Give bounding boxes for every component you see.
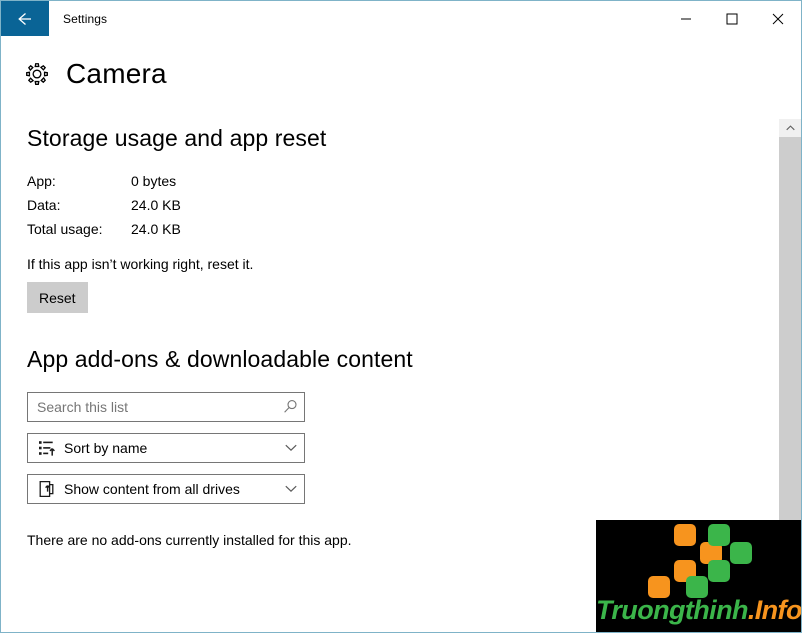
- watermark-block: [730, 542, 752, 564]
- chevron-glyph: [285, 444, 297, 451]
- storage-row-label: App:: [27, 173, 56, 190]
- drives-dropdown-label: Show content from all drives: [64, 480, 240, 497]
- page-title: Camera: [66, 57, 167, 89]
- sort-dropdown-label: Sort by name: [64, 439, 148, 456]
- drives-dropdown[interactable]: Show content from all drives: [27, 473, 305, 504]
- watermark-block: [708, 560, 730, 582]
- storage-section-heading: Storage usage and app reset: [27, 125, 327, 151]
- magnifier-glyph: [283, 400, 297, 413]
- reset-button[interactable]: Reset: [27, 282, 88, 314]
- page-header: Camera: [1, 36, 779, 111]
- search-icon[interactable]: [276, 393, 304, 421]
- maximize-button[interactable]: [709, 1, 755, 36]
- minimize-icon: [681, 18, 691, 19]
- maximize-icon: [726, 13, 738, 24]
- storage-usage-table: App: 0 bytes Data: 24.0 KB Total usage: …: [27, 173, 779, 237]
- storage-row-label: Data:: [27, 197, 61, 214]
- back-arrow-icon: [18, 12, 31, 25]
- storage-row-value: 24.0 KB: [131, 197, 181, 214]
- scroll-up-button[interactable]: [779, 119, 801, 137]
- watermark-text-primary: Truongthinh: [596, 595, 748, 625]
- sort-ascending-icon: [39, 441, 55, 456]
- watermark-block: [674, 524, 696, 546]
- window-title: Settings: [63, 11, 108, 26]
- chevron-glyph: [285, 485, 297, 492]
- storage-row-label: Total usage:: [27, 221, 103, 238]
- storage-row: Total usage: 24.0 KB: [27, 221, 779, 237]
- minimize-button[interactable]: [663, 1, 709, 36]
- watermark-text-dot: .: [747, 595, 755, 625]
- back-button[interactable]: [1, 1, 49, 36]
- watermark-overlay: Truongthinh.Info: [596, 520, 801, 632]
- watermark-text-secondary: Info: [754, 595, 801, 625]
- storage-row: Data: 24.0 KB: [27, 197, 779, 213]
- drive-content-icon: [39, 480, 54, 497]
- addons-section-heading: App add-ons & downloadable content: [27, 346, 413, 373]
- close-button[interactable]: [755, 1, 801, 36]
- watermark-text: Truongthinh.Info: [596, 597, 801, 624]
- storage-row-value: 24.0 KB: [131, 221, 181, 238]
- settings-window: Settings Camera Storage usage and app re…: [0, 0, 802, 633]
- scroll-up-arrow-icon: [785, 125, 795, 131]
- sort-dropdown[interactable]: Sort by name: [27, 432, 305, 463]
- storage-row-value: 0 bytes: [131, 173, 177, 190]
- chevron-down-icon[interactable]: [278, 435, 304, 461]
- search-box[interactable]: [27, 391, 305, 422]
- search-input[interactable]: [37, 392, 276, 421]
- watermark-logo-blocks: [648, 524, 752, 598]
- title-bar: Settings: [1, 1, 801, 36]
- storage-row: App: 0 bytes: [27, 173, 779, 189]
- watermark-block: [708, 524, 730, 546]
- close-icon: [772, 13, 784, 24]
- chevron-down-icon[interactable]: [278, 476, 304, 502]
- reset-hint-text: If this app isn’t working right, reset i…: [27, 256, 254, 273]
- gear-icon: [26, 62, 48, 85]
